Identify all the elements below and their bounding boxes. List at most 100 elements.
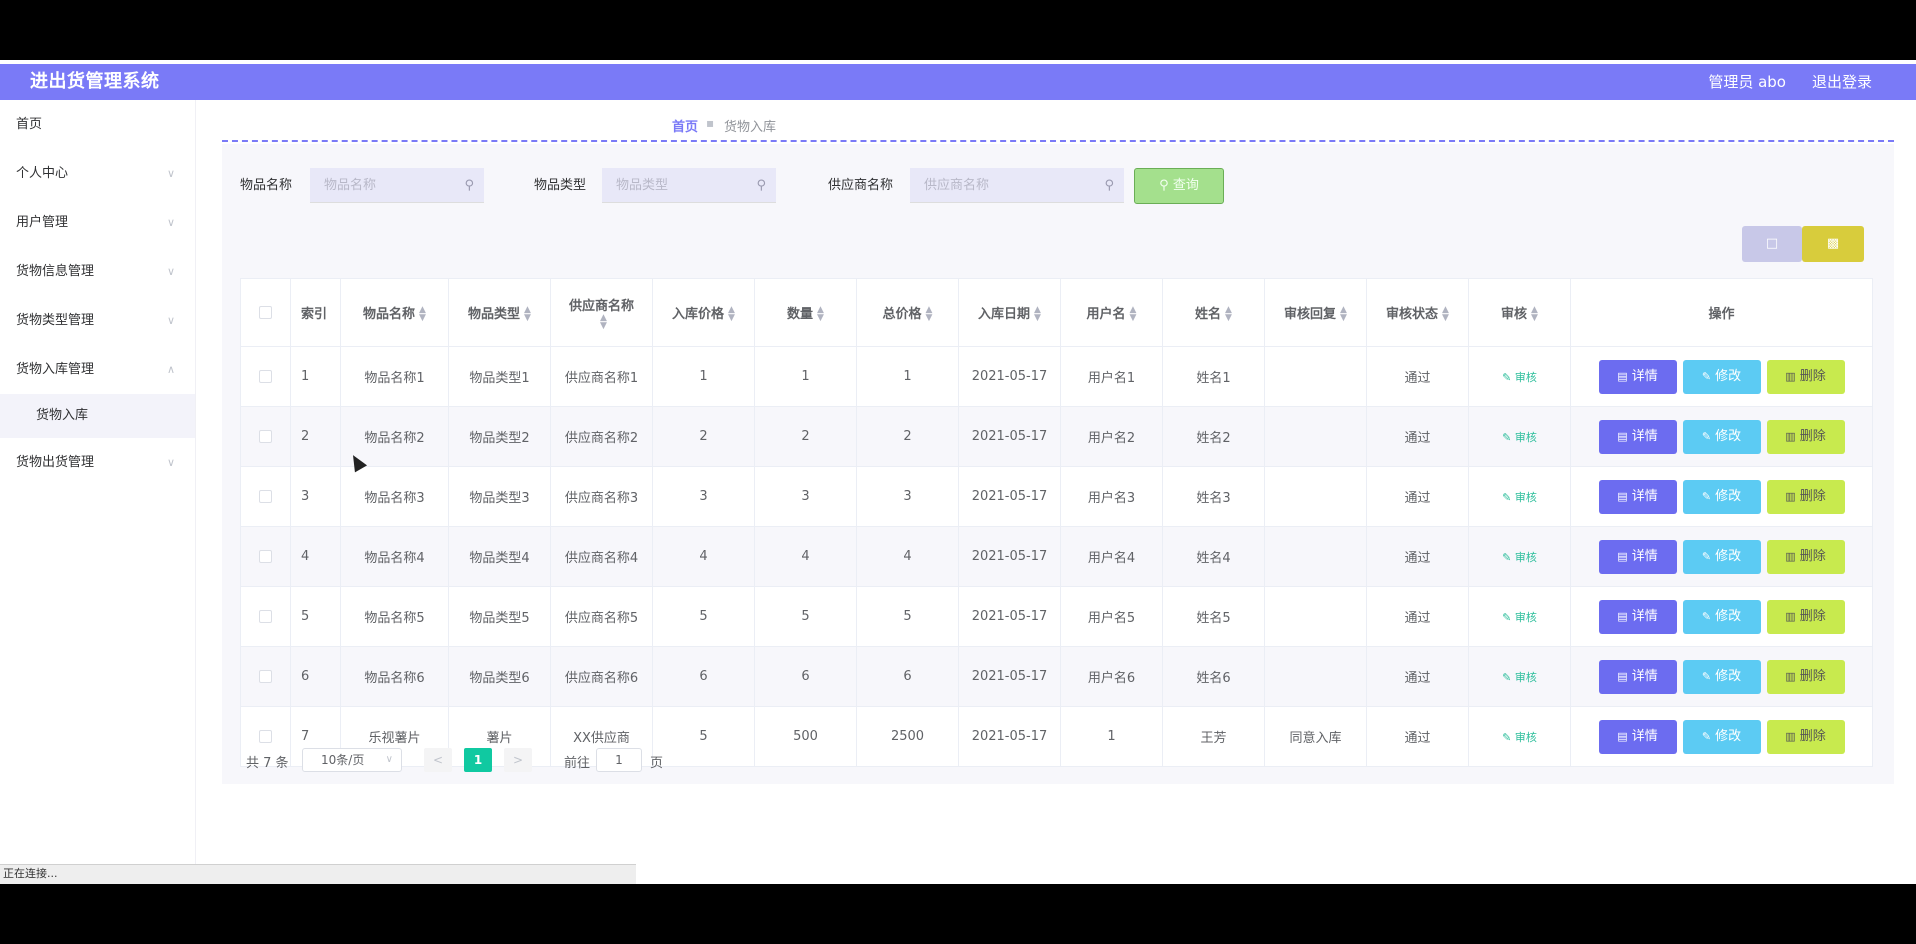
audit-cell: ✎ 审核 [1468, 586, 1571, 647]
table-cell: 用户名6 [1060, 646, 1163, 707]
delete-button[interactable]: ▥ 删除 [1766, 719, 1845, 754]
column-header[interactable]: 物品名称 ▲ ▼ [340, 278, 449, 347]
detail-button[interactable]: ▤ 详情 [1598, 479, 1677, 514]
column-header[interactable]: 用户名 ▲ ▼ [1060, 278, 1163, 347]
column-header[interactable]: 审核 ▲ ▼ [1468, 278, 1571, 347]
delete-button[interactable]: ▥ 删除 [1766, 419, 1845, 454]
column-header[interactable]: 入库日期 ▲ ▼ [958, 278, 1061, 347]
table-cell: 用户名5 [1060, 586, 1163, 647]
row-checkbox[interactable] [259, 550, 272, 563]
column-header: 索引 [290, 278, 341, 347]
item-type-input[interactable]: 物品类型 ⚲ [602, 168, 776, 203]
column-header[interactable]: 数量 ▲ ▼ [754, 278, 857, 347]
delete-button[interactable]: ▥ 删除 [1766, 479, 1845, 514]
sort-icon[interactable]: ▲ ▼ [1340, 306, 1347, 323]
sort-icon[interactable]: ▲ ▼ [1531, 306, 1538, 323]
edit-button[interactable]: ✎ 修改 [1682, 419, 1761, 454]
edit-button[interactable]: ✎ 修改 [1682, 479, 1761, 514]
audit-link[interactable]: ✎ 审核 [1502, 431, 1537, 444]
detail-button[interactable]: ▤ 详情 [1598, 539, 1677, 574]
sidebar-item-6[interactable]: 货物入库 [0, 394, 195, 438]
detail-button[interactable]: ▤ 详情 [1598, 419, 1677, 454]
supplier-input[interactable]: 供应商名称 ⚲ [910, 168, 1124, 203]
column-header[interactable]: 物品类型 ▲ ▼ [448, 278, 551, 347]
sort-icon[interactable]: ▲ ▼ [1034, 306, 1041, 323]
edit-button[interactable]: ✎ 修改 [1682, 599, 1761, 634]
detail-button[interactable]: ▤ 详情 [1598, 599, 1677, 634]
row-checkbox[interactable] [259, 610, 272, 623]
goto-page-input[interactable]: 1 [596, 748, 642, 772]
edit-button[interactable]: ✎ 修改 [1682, 719, 1761, 754]
detail-button[interactable]: ▤ 详情 [1598, 659, 1677, 694]
sort-icon[interactable]: ▲ ▼ [419, 306, 426, 323]
delete-button[interactable]: ▥ 删除 [1766, 659, 1845, 694]
sort-icon[interactable]: ▲ ▼ [728, 306, 735, 323]
sidebar-item-4[interactable]: 货物类型管理 ∨ [0, 296, 195, 345]
table-cell: 3 [652, 466, 755, 527]
sidebar-item-label: 货物入库管理 [16, 362, 95, 377]
detail-button[interactable]: ▤ 详情 [1598, 719, 1677, 754]
sidebar-item-5[interactable]: 货物入库管理 ∧ [0, 345, 195, 394]
sort-icon[interactable]: ▲ ▼ [1130, 306, 1137, 323]
chevron-down-icon: ∨ [166, 167, 175, 180]
sort-icon[interactable]: ▲ ▼ [926, 306, 933, 323]
prev-page-button[interactable]: < [424, 748, 452, 772]
sidebar-item-label: 货物类型管理 [16, 313, 95, 328]
sidebar-item-1[interactable]: 个人中心 ∨ [0, 149, 195, 198]
table-cell: 2 [856, 406, 959, 467]
breadcrumb-separator-icon: ▪ [706, 116, 715, 130]
query-button[interactable]: ⚲ 查询 [1134, 168, 1224, 204]
page-size-value: 10条/页 [321, 753, 365, 767]
row-checkbox[interactable] [259, 730, 272, 743]
batch-delete-button[interactable]: □ [1742, 226, 1802, 262]
column-header[interactable]: 入库价格 ▲ ▼ [652, 278, 755, 347]
supplier-placeholder: 供应商名称 [924, 178, 990, 193]
next-page-button[interactable]: > [504, 748, 532, 772]
edit-button[interactable]: ✎ 修改 [1682, 359, 1761, 394]
table-cell: 2021-05-17 [958, 706, 1061, 767]
edit-button[interactable]: ✎ 修改 [1682, 539, 1761, 574]
audit-link[interactable]: ✎ 审核 [1502, 671, 1537, 684]
select-all-checkbox[interactable] [259, 306, 272, 319]
detail-button[interactable]: ▤ 详情 [1598, 359, 1677, 394]
actions-cell: ▤ 详情 ✎ 修改 ▥ 删除 [1570, 466, 1873, 527]
audit-link[interactable]: ✎ 审核 [1502, 611, 1537, 624]
audit-link[interactable]: ✎ 审核 [1502, 731, 1537, 744]
sidebar-item-7[interactable]: 货物出货管理 ∨ [0, 438, 195, 487]
current-page[interactable]: 1 [464, 748, 492, 772]
audit-link[interactable]: ✎ 审核 [1502, 491, 1537, 504]
column-header[interactable]: 总价格 ▲ ▼ [856, 278, 959, 347]
edit-button[interactable]: ✎ 修改 [1682, 659, 1761, 694]
row-checkbox[interactable] [259, 670, 272, 683]
column-header[interactable]: 姓名 ▲ ▼ [1162, 278, 1265, 347]
sort-icon[interactable]: ▲ ▼ [817, 306, 824, 323]
item-name-input[interactable]: 物品名称 ⚲ [310, 168, 484, 203]
column-header-label: 数量 [787, 306, 814, 322]
table-cell: 物品名称1 [340, 346, 449, 407]
row-checkbox[interactable] [259, 370, 272, 383]
column-header[interactable]: 审核状态 ▲ ▼ [1366, 278, 1469, 347]
sidebar-item-2[interactable]: 用户管理 ∨ [0, 198, 195, 247]
sidebar-item-0[interactable]: 首页 [0, 100, 195, 149]
sort-icon[interactable]: ▲ ▼ [600, 314, 607, 331]
logout-link[interactable]: 退出登录 [1812, 64, 1872, 100]
edit-button-label: 修改 [1715, 608, 1742, 624]
sort-icon[interactable]: ▲ ▼ [1225, 306, 1232, 323]
delete-button[interactable]: ▥ 删除 [1766, 599, 1845, 634]
sort-icon[interactable]: ▲ ▼ [524, 306, 531, 323]
sidebar-item-3[interactable]: 货物信息管理 ∨ [0, 247, 195, 296]
row-checkbox[interactable] [259, 490, 272, 503]
sort-icon[interactable]: ▲ ▼ [1442, 306, 1449, 323]
column-header[interactable]: 审核回复 ▲ ▼ [1264, 278, 1367, 347]
audit-link-label: 审核 [1514, 430, 1537, 444]
statistics-button[interactable]: ▩ [1802, 226, 1864, 262]
audit-link[interactable]: ✎ 审核 [1502, 371, 1537, 384]
breadcrumb-home[interactable]: 首页 [672, 116, 698, 135]
audit-link[interactable]: ✎ 审核 [1502, 551, 1537, 564]
delete-button[interactable]: ▥ 删除 [1766, 359, 1845, 394]
page-size-select[interactable]: 10条/页 ∨ [302, 748, 402, 772]
delete-button[interactable]: ▥ 删除 [1766, 539, 1845, 574]
column-header-label: 审核状态 [1386, 306, 1439, 322]
column-header[interactable]: 供应商名称 ▲ ▼ [550, 278, 653, 347]
row-checkbox[interactable] [259, 430, 272, 443]
